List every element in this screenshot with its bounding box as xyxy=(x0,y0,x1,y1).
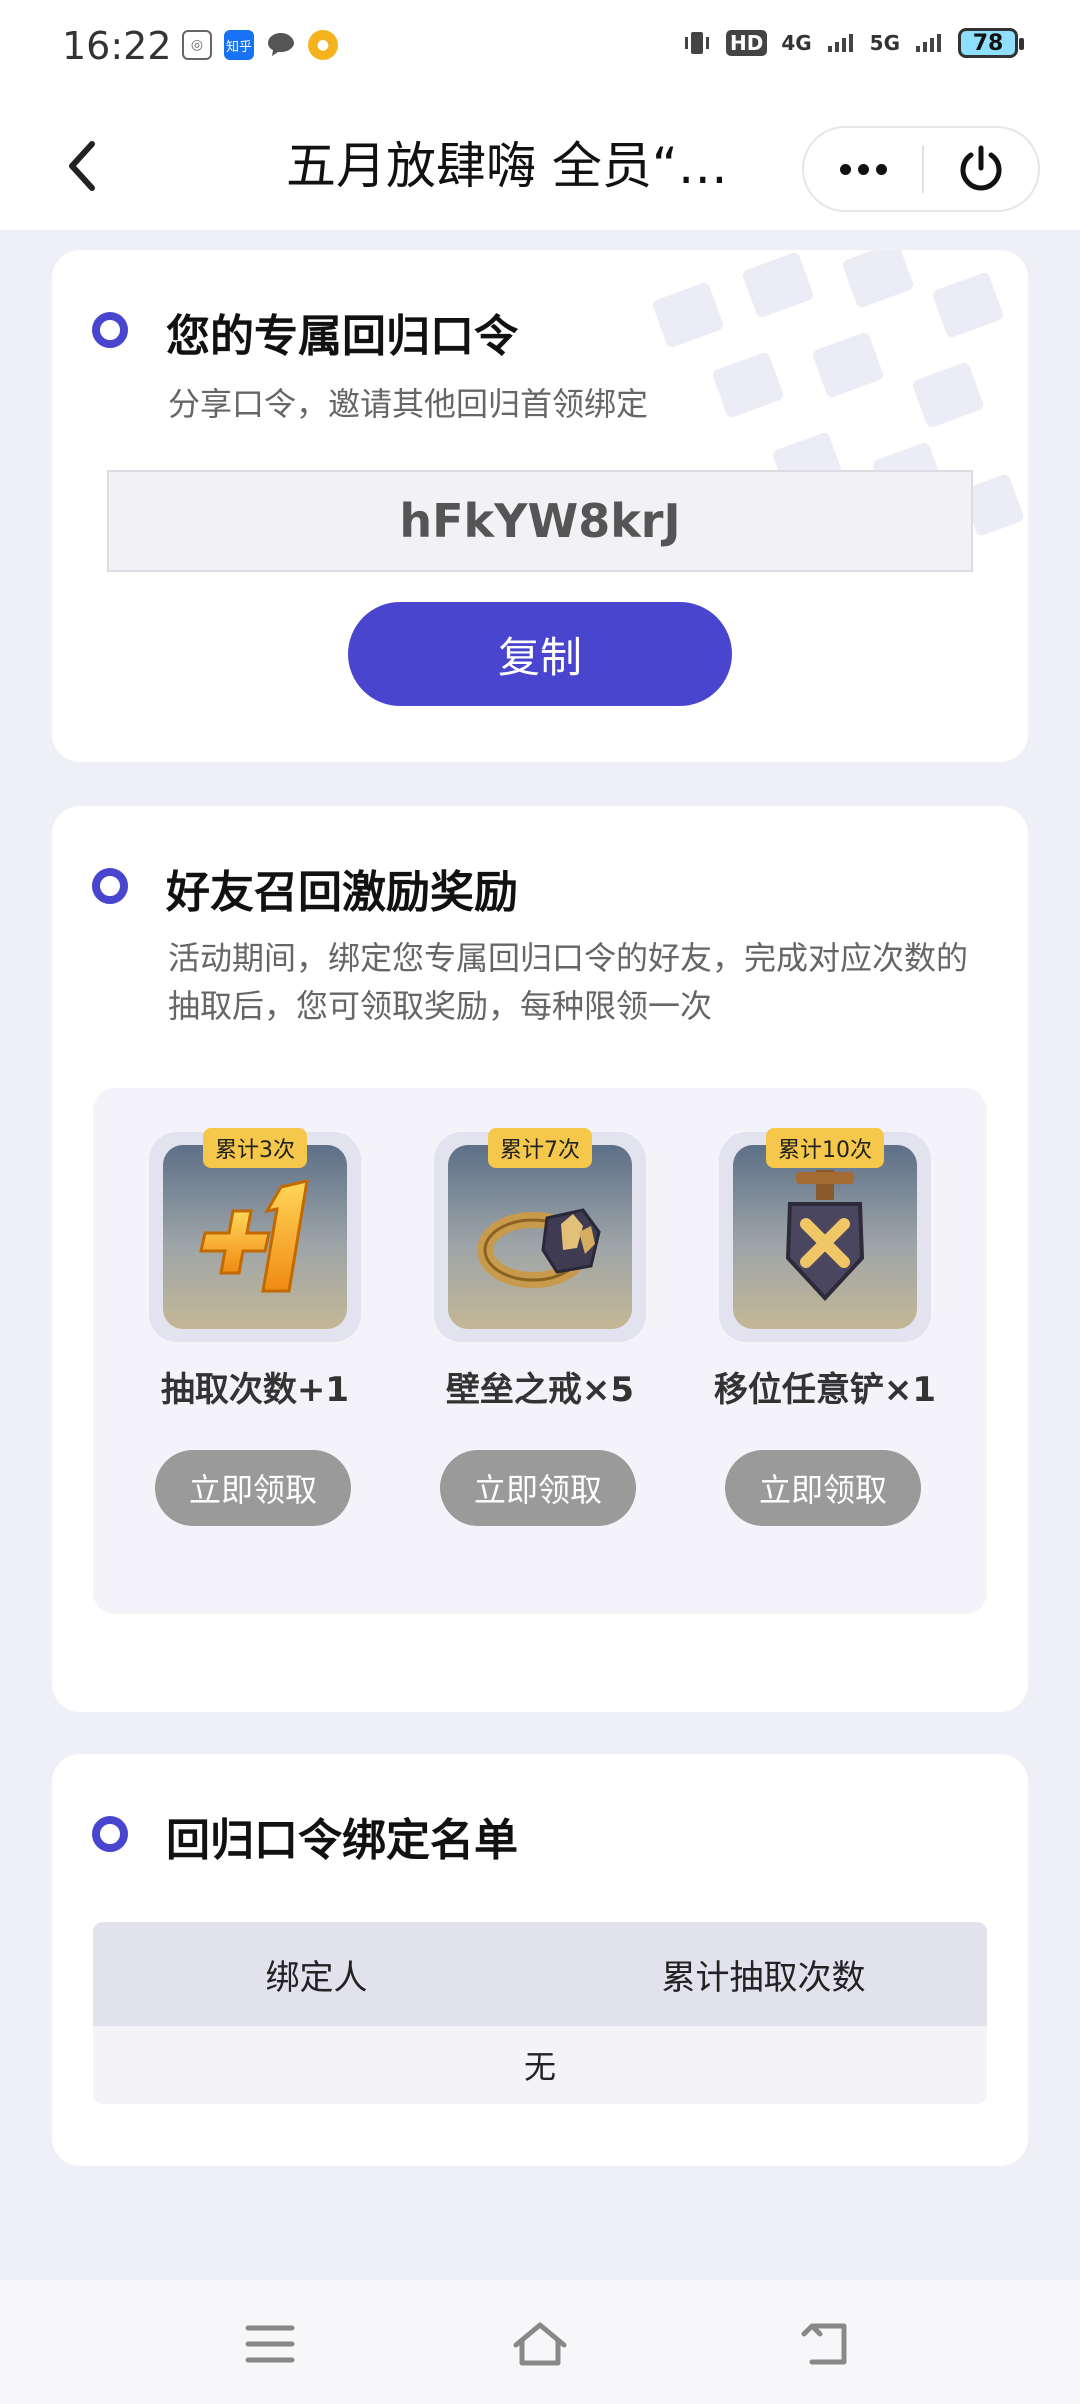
status-time: 16:22 xyxy=(62,24,172,68)
section-title: 回归口令绑定名单 xyxy=(166,1815,518,1866)
claim-button[interactable]: 立即领取 xyxy=(725,1450,921,1526)
battery-indicator: 78 xyxy=(958,28,1024,58)
col-count-header: 累计抽取次数 xyxy=(661,1957,866,1998)
claim-button[interactable]: 立即领取 xyxy=(440,1450,636,1526)
home-button[interactable] xyxy=(508,2316,572,2372)
table-empty-row: 无 xyxy=(93,2026,987,2104)
reward-image-frame: 累计3次 xyxy=(149,1128,361,1342)
reward-item: 累计7次 壁垒之戒×5 立即领取 xyxy=(398,1128,658,1526)
status-right-icons: HD 4G 5G 78 xyxy=(682,28,1024,58)
return-code-card: 您的专属回归口令 分享口令，邀请其他回归首领绑定 hFkYW8krJ 复制 xyxy=(52,250,1028,762)
section-title: 好友召回激励奖励 xyxy=(166,867,518,918)
chat-bubble-icon xyxy=(266,30,296,60)
section-description: 分享口令，邀请其他回归首领绑定 xyxy=(168,385,649,423)
game-icon: ● xyxy=(308,30,338,60)
reward-badge: 累计7次 xyxy=(488,1128,592,1168)
section-description: 活动期间，绑定您专属回归口令的好友，完成对应次数的抽取后，您可领取奖励，每种限领… xyxy=(168,939,969,1025)
more-dots-icon xyxy=(839,163,851,175)
status-bar: 16:22 ◎ 知乎 ● HD 4G 5G 78 xyxy=(0,0,1080,100)
copy-button[interactable]: 复制 xyxy=(348,602,732,706)
reward-item: 累计3次 抽取次数+1 立即领取 xyxy=(113,1128,373,1526)
notification-icons: ◎ 知乎 ● xyxy=(182,30,338,60)
reward-badge: 累计3次 xyxy=(203,1128,307,1168)
more-button[interactable] xyxy=(804,128,922,210)
reward-item: 累计10次 移位任意铲×1 立即领取 xyxy=(683,1128,943,1526)
return-icon xyxy=(801,2323,847,2365)
chevron-left-icon xyxy=(69,141,95,191)
claim-button[interactable]: 立即领取 xyxy=(155,1450,351,1526)
reward-panel: 累计3次 抽取次数+1 立即领取 累计7次 壁垒之戒×5 立即领取 累计10次 … xyxy=(93,1088,987,1614)
hd-label: HD xyxy=(725,30,768,56)
menu-button[interactable] xyxy=(238,2316,302,2372)
miniprogram-capsule xyxy=(802,126,1040,212)
section-marker-icon xyxy=(92,312,128,348)
table-header: 绑定人 累计抽取次数 xyxy=(93,1922,987,2026)
network-5g-label: 5G xyxy=(869,31,900,55)
shovel-icon xyxy=(733,1145,917,1329)
power-icon xyxy=(960,145,1002,191)
reward-name: 移位任意铲×1 xyxy=(713,1370,937,1410)
reward-image-frame: 累计10次 xyxy=(719,1128,931,1342)
reward-badge: 累计10次 xyxy=(766,1128,884,1168)
return-code-display: hFkYW8krJ xyxy=(107,470,973,572)
reward-name: 抽取次数+1 xyxy=(160,1370,350,1410)
menu-icon xyxy=(245,2325,295,2363)
reward-name: 壁垒之戒×5 xyxy=(445,1370,635,1410)
bind-list-card: 回归口令绑定名单 绑定人 累计抽取次数 无 xyxy=(52,1754,1028,2166)
reward-card: 好友召回激励奖励 活动期间，绑定您专属回归口令的好友，完成对应次数的抽取后，您可… xyxy=(52,806,1028,1712)
col-binder-header: 绑定人 xyxy=(265,1957,368,1998)
signal-5g-icon xyxy=(916,34,941,52)
bind-table: 绑定人 累计抽取次数 无 xyxy=(93,1922,987,2104)
signal-4g-icon xyxy=(827,34,853,52)
section-title: 您的专属回归口令 xyxy=(166,311,518,362)
network-4g-label: 4G xyxy=(781,31,812,55)
back-button[interactable] xyxy=(52,136,112,196)
back-nav-button[interactable] xyxy=(794,2316,858,2372)
reward-image-frame: 累计7次 xyxy=(434,1128,646,1342)
section-marker-icon xyxy=(92,868,128,904)
system-nav-bar xyxy=(0,2280,1080,2404)
ring-icon xyxy=(448,1145,632,1329)
vibrate-icon xyxy=(684,32,709,54)
home-icon xyxy=(513,2322,567,2366)
section-marker-icon xyxy=(92,1816,128,1852)
page-title: 五月放肆嗨 全员“… xyxy=(286,137,728,195)
nav-bar: 五月放肆嗨 全员“… xyxy=(0,100,1080,230)
plus-one-icon xyxy=(163,1145,347,1329)
zhihu-icon: 知乎 xyxy=(224,30,254,60)
wechat-icon: ◎ xyxy=(182,30,212,60)
close-miniprogram-button[interactable] xyxy=(924,128,1038,210)
